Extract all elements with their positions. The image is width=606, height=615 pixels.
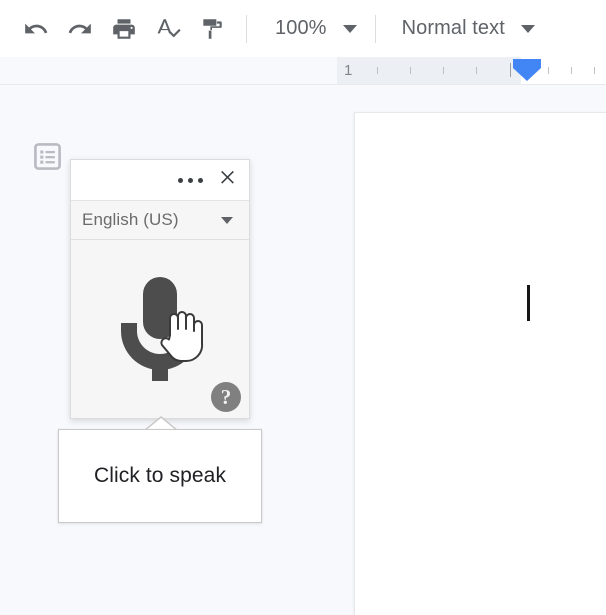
print-button[interactable]: [102, 7, 146, 51]
spellcheck-button[interactable]: [146, 7, 190, 51]
ruler-tick: [571, 67, 572, 74]
paint-format-icon: [199, 16, 225, 42]
zoom-selector[interactable]: 100%: [271, 13, 363, 45]
ruler-left-margin-zone: [337, 57, 521, 84]
ruler-number-label: 1: [344, 62, 353, 79]
more-options-button[interactable]: [173, 163, 207, 197]
ruler-gutter: [0, 57, 337, 84]
chevron-down-icon: [221, 216, 233, 224]
voice-typing-panel[interactable]: English (US) ?: [70, 159, 250, 419]
document-toolbar: 100% Normal text: [0, 0, 606, 57]
indent-marker-bar: [513, 59, 541, 68]
microphone-area[interactable]: ?: [71, 240, 249, 418]
help-icon[interactable]: ?: [211, 382, 241, 412]
microphone-icon[interactable]: [113, 275, 207, 383]
zoom-value: 100%: [275, 17, 327, 39]
more-options-icon: [177, 177, 203, 183]
document-outline-icon[interactable]: [33, 142, 62, 171]
tooltip-click-to-speak: Click to speak: [58, 429, 262, 523]
paint-format-button[interactable]: [190, 7, 234, 51]
ruler-tick-major: [510, 63, 511, 77]
print-icon: [111, 16, 137, 42]
document-page[interactable]: [355, 113, 606, 615]
indent-marker-triangle: [513, 68, 541, 81]
toolbar-divider-1: [246, 14, 247, 43]
redo-icon: [67, 16, 93, 42]
ruler-tick: [594, 67, 595, 74]
chevron-down-icon: [342, 24, 357, 33]
redo-button[interactable]: [58, 7, 102, 51]
language-value: English (US): [82, 210, 179, 229]
undo-button[interactable]: [14, 7, 58, 51]
text-style-value: Normal text: [401, 17, 505, 39]
ruler-tick: [443, 67, 444, 74]
text-style-selector[interactable]: Normal text: [398, 13, 541, 45]
spellcheck-icon: [155, 16, 181, 42]
toolbar-divider-2: [374, 14, 376, 43]
ruler-tick: [377, 67, 378, 74]
google-docs-window: 100% Normal text 1 English (US) ? Click …: [0, 0, 606, 615]
horizontal-ruler[interactable]: 1: [0, 57, 606, 85]
language-selector[interactable]: English (US): [71, 200, 249, 240]
undo-icon: [23, 16, 49, 42]
indent-marker-icon[interactable]: [513, 59, 541, 83]
chevron-down-icon: [520, 24, 535, 33]
close-button[interactable]: [209, 162, 245, 198]
close-icon: [217, 167, 238, 193]
text-caret: [527, 285, 530, 321]
voice-panel-header: [71, 160, 249, 200]
tooltip-text: Click to speak: [93, 464, 227, 487]
ruler-tick: [548, 67, 549, 74]
ruler-tick: [410, 67, 411, 74]
ruler-tick: [476, 67, 477, 74]
